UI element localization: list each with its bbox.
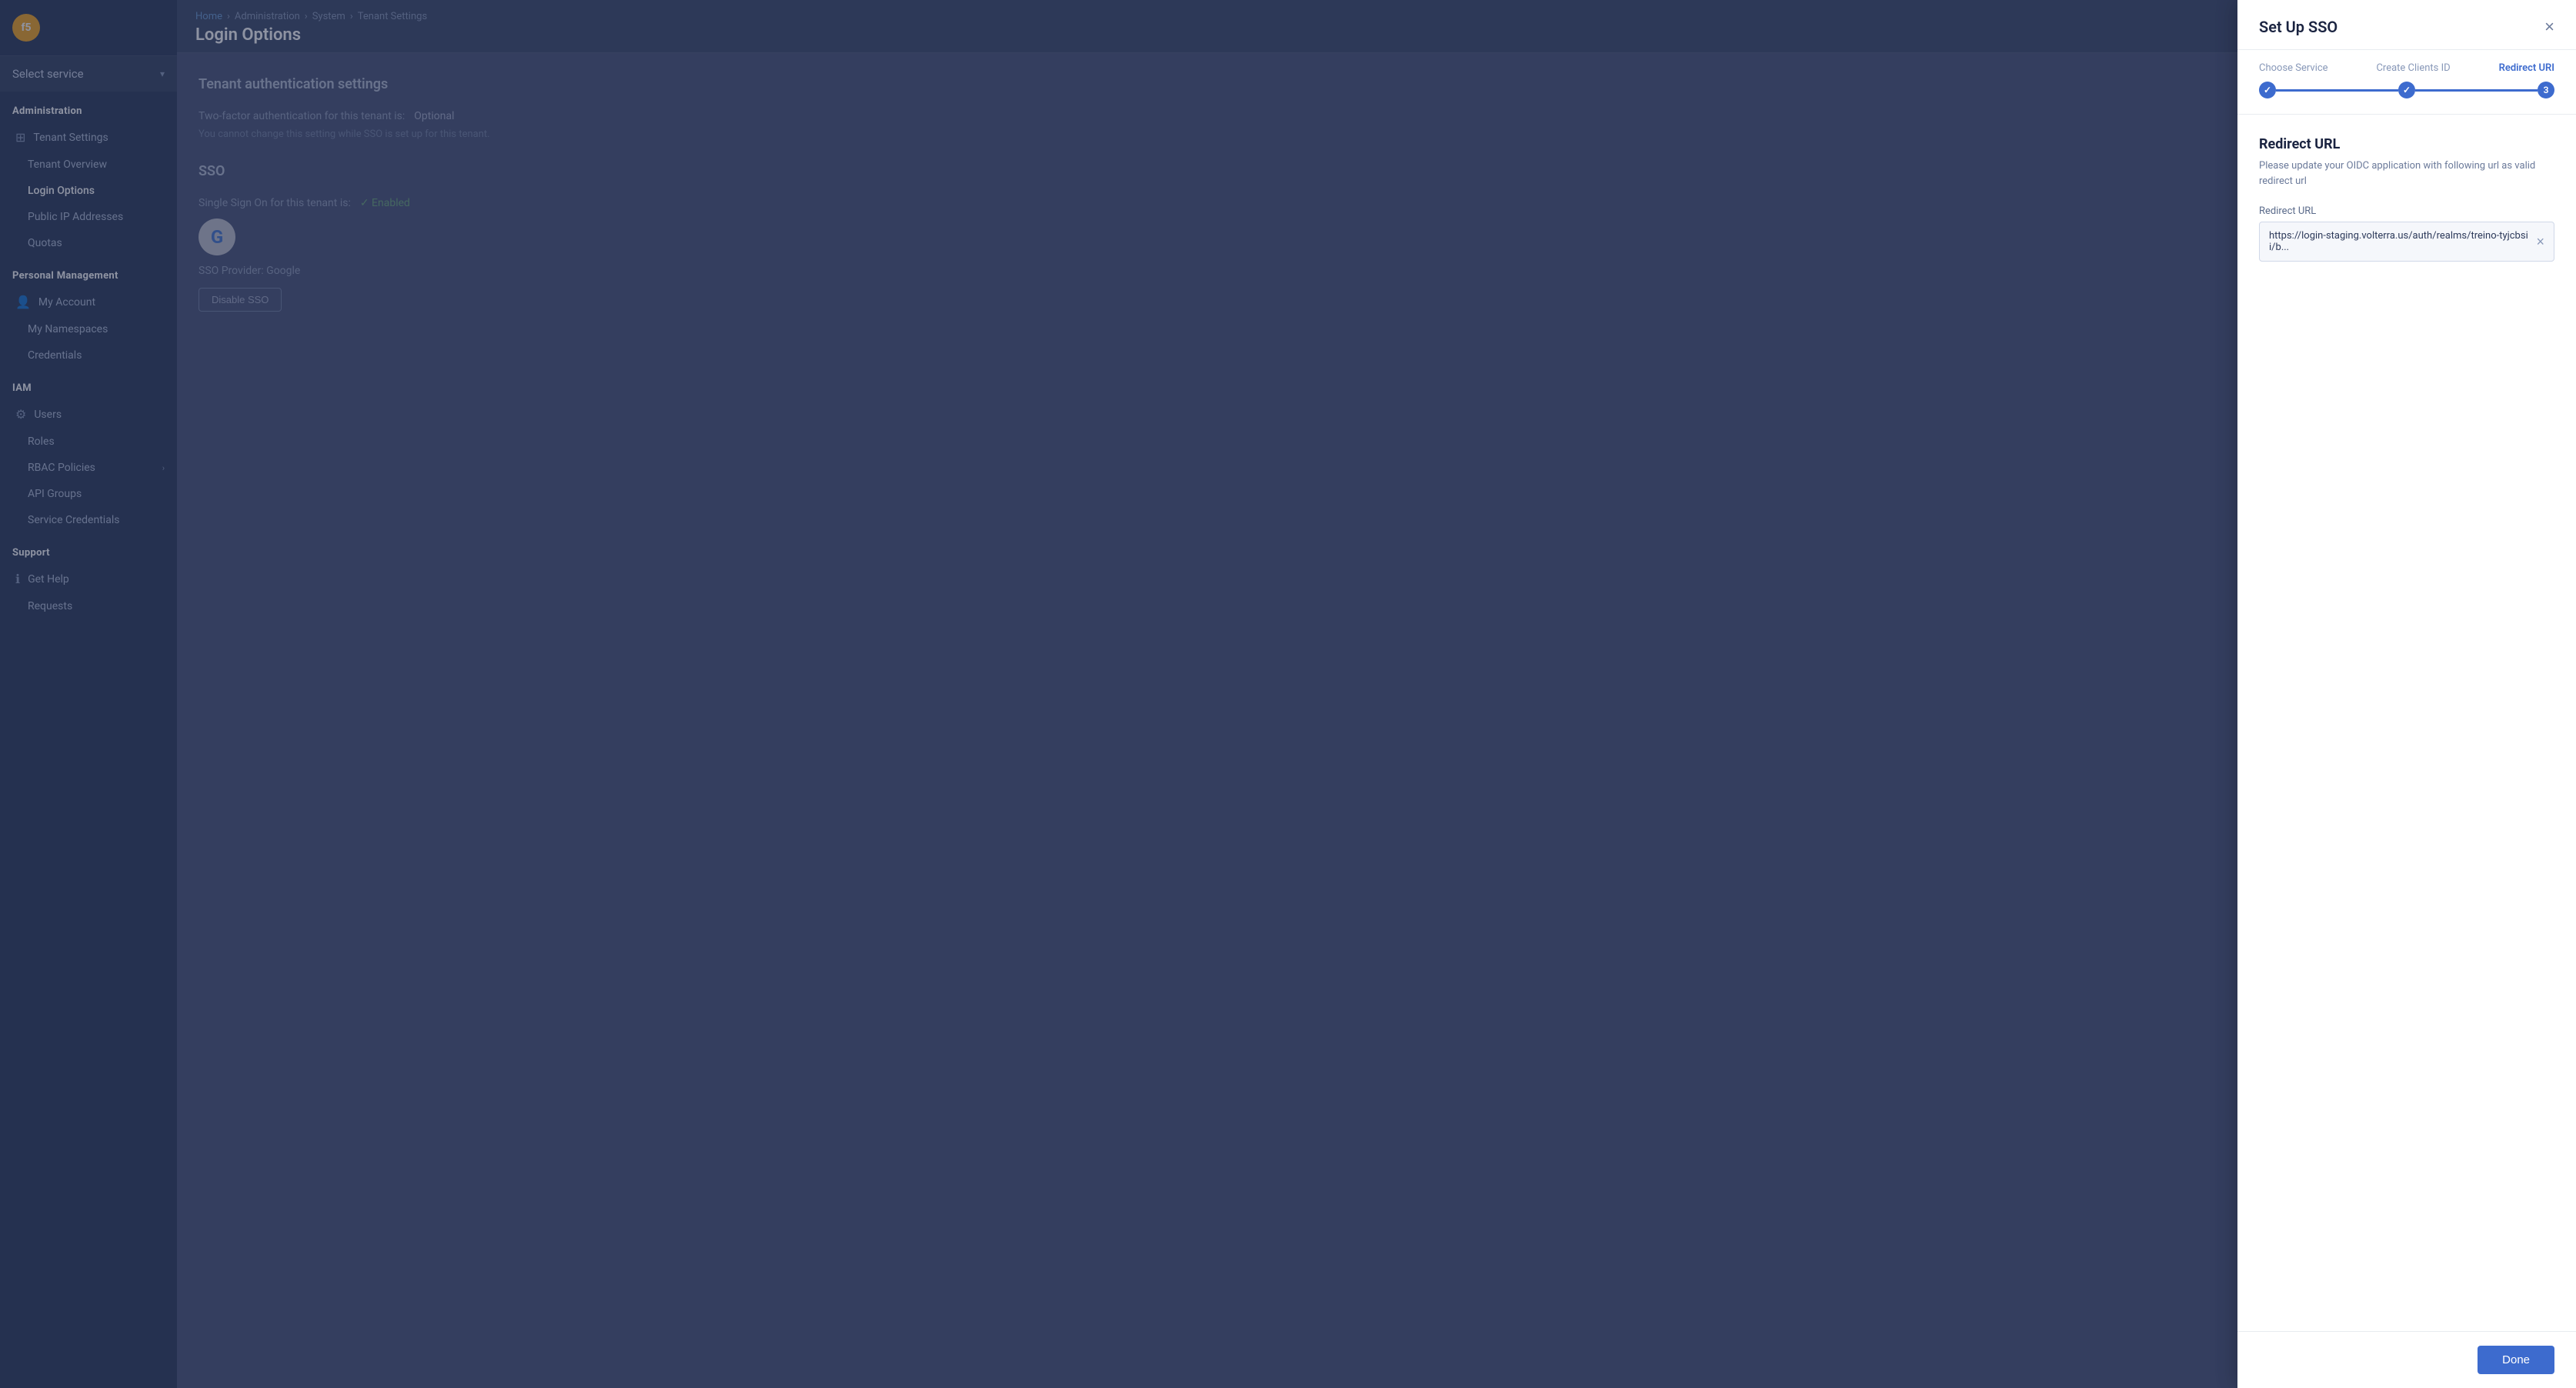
panel-header: Set Up SSO × — [2237, 0, 2576, 50]
step2-dot — [2398, 82, 2415, 98]
sso-panel: Set Up SSO × Choose Service Create Clien… — [2237, 0, 2576, 1388]
modal-overlay — [0, 0, 2576, 1388]
redirect-url-field-group: Redirect URL https://login-staging.volte… — [2259, 205, 2554, 262]
step-line-2 — [2415, 89, 2538, 92]
step1-label: Choose Service — [2259, 62, 2328, 74]
redirect-url-value: https://login-staging.volterra.us/auth/r… — [2269, 230, 2530, 253]
panel-description: Please update your OIDC application with… — [2259, 158, 2554, 189]
redirect-url-label: Redirect URL — [2259, 205, 2554, 217]
panel-title: Set Up SSO — [2259, 18, 2337, 36]
redirect-url-input-wrap: https://login-staging.volterra.us/auth/r… — [2259, 222, 2554, 262]
step-line-1 — [2276, 89, 2398, 92]
step1-dot — [2259, 82, 2276, 98]
panel-footer: Done — [2237, 1331, 2576, 1388]
panel-body: Redirect URL Please update your OIDC app… — [2237, 115, 2576, 1331]
stepper-track: 3 — [2259, 82, 2554, 98]
clear-url-button[interactable]: × — [2536, 234, 2544, 250]
step3-label: Redirect URI — [2499, 62, 2554, 74]
redirect-url-section-title: Redirect URL — [2259, 136, 2554, 152]
step3-dot: 3 — [2538, 82, 2554, 98]
close-panel-button[interactable]: × — [2544, 17, 2554, 37]
stepper-labels: Choose Service Create Clients ID Redirec… — [2259, 62, 2554, 74]
done-button[interactable]: Done — [2478, 1346, 2554, 1374]
stepper: Choose Service Create Clients ID Redirec… — [2237, 50, 2576, 115]
step2-label: Create Clients ID — [2376, 62, 2450, 74]
